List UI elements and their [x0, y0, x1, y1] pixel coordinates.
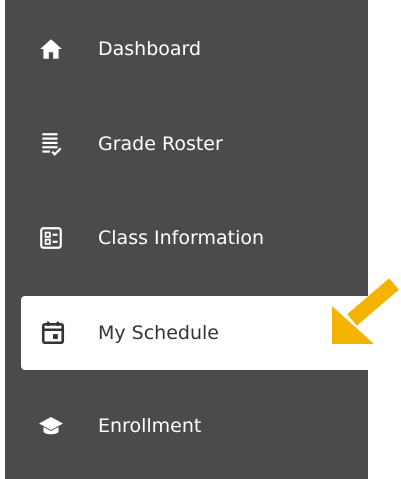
- sidebar-item-label: Grade Roster: [98, 133, 223, 155]
- sidebar-item-grade-roster[interactable]: Grade Roster: [5, 107, 368, 181]
- sidebar-item-enrollment[interactable]: Enrollment: [5, 389, 368, 463]
- sidebar-item-my-schedule[interactable]: My Schedule: [21, 296, 372, 370]
- sidebar-item-label: Class Information: [98, 227, 265, 249]
- class-info-icon: [38, 225, 64, 251]
- sidebar-item-label: Dashboard: [98, 38, 202, 60]
- sidebar-item-label: My Schedule: [98, 322, 219, 344]
- home-icon: [38, 36, 64, 62]
- sidebar-item-dashboard[interactable]: Dashboard: [5, 12, 368, 86]
- sidebar-item-label: Enrollment: [98, 415, 202, 437]
- pointer-arrow-icon: [322, 278, 401, 350]
- calendar-icon: [40, 320, 66, 346]
- sidebar-item-class-information[interactable]: Class Information: [5, 201, 368, 275]
- graduation-cap-icon: [38, 413, 64, 439]
- sidebar-nav: Dashboard Grade Roster Class Information…: [5, 0, 372, 479]
- grade-roster-icon: [38, 131, 64, 157]
